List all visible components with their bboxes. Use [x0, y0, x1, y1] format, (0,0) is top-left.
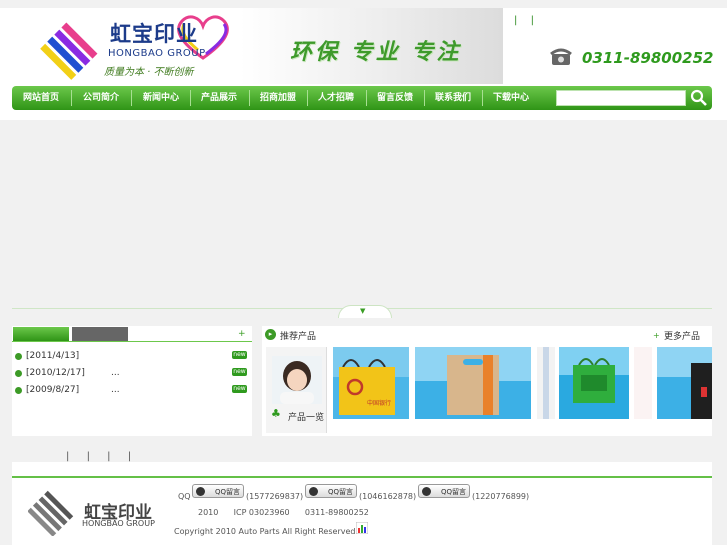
- top-links: | |: [514, 15, 544, 26]
- news-date[interactable]: [2011/4/13]: [26, 351, 79, 361]
- qq-button-label: QQ留言: [440, 488, 466, 496]
- telephone-icon: [550, 48, 572, 65]
- qq-label: QQ: [178, 492, 191, 501]
- footer-link-separator: |: [86, 451, 90, 462]
- footer-logo-mark-icon: [28, 490, 74, 536]
- nav-item-careers[interactable]: 人才招聘: [307, 86, 365, 110]
- qq-penguin-icon: [422, 487, 431, 496]
- phone-number: 0311-89800252: [582, 49, 714, 67]
- new-badge: new: [232, 368, 247, 376]
- nav-item-franchise[interactable]: 招商加盟: [249, 86, 307, 110]
- statistics-icon[interactable]: [356, 522, 368, 534]
- search-icon[interactable]: [690, 89, 708, 107]
- news-date[interactable]: [2009/8/27]: [26, 385, 79, 395]
- logo-slogan: 质量为本 · 不断创新: [104, 67, 194, 78]
- footer-icp-line: 2010 ICP 03023960 0311-89800252: [198, 508, 369, 517]
- new-badge: new: [232, 385, 247, 393]
- top-link-separator: |: [530, 15, 534, 26]
- child-photo: [272, 356, 322, 404]
- logo-mark-icon[interactable]: [40, 16, 104, 80]
- footer-copyright: Copyright 2010 Auto Parts All Right Rese…: [174, 527, 356, 536]
- footer-link-separator: |: [107, 451, 111, 462]
- news-title[interactable]: ...: [111, 385, 120, 395]
- top-link-separator: |: [514, 15, 518, 26]
- products-title: 推荐产品: [280, 332, 317, 342]
- nav-item-feedback[interactable]: 留言反馈: [366, 86, 424, 110]
- nav-item-news[interactable]: 新闻中心: [132, 86, 190, 110]
- qq-button-label: QQ留言: [214, 488, 240, 496]
- search-input[interactable]: [556, 90, 686, 106]
- footer-links: | | | |: [66, 451, 145, 462]
- nav-item-home[interactable]: 网站首页: [12, 86, 70, 110]
- nav-item-products[interactable]: 产品展示: [190, 86, 248, 110]
- new-badge: new: [232, 351, 247, 359]
- qq-message-button[interactable]: QQ留言: [418, 484, 470, 498]
- clover-icon: ♣: [271, 407, 281, 420]
- header-top-strip: [0, 0, 727, 8]
- product-image[interactable]: [634, 347, 652, 419]
- news-item[interactable]: [2010/12/17] ... new: [15, 368, 250, 380]
- logo-english-name: HONGBAO GROUP: [108, 48, 206, 59]
- nav-item-download[interactable]: 下载中心: [482, 86, 540, 110]
- arrow-circle-icon: ▸: [265, 329, 276, 340]
- nav-item-about[interactable]: 公司简介: [72, 86, 130, 110]
- news-tab-2[interactable]: [72, 327, 128, 341]
- news-item[interactable]: [2011/4/13] new: [15, 351, 250, 363]
- product-image[interactable]: [657, 347, 712, 419]
- news-more-icon[interactable]: +: [238, 329, 246, 339]
- qq-button-label: QQ留言: [327, 488, 353, 496]
- qq-number: (1046162878): [359, 492, 417, 501]
- header-slogan: 环保 专业 专注: [290, 40, 462, 65]
- footer-top-bar: [12, 462, 712, 476]
- product-image[interactable]: [415, 347, 531, 419]
- nav-item-contact[interactable]: 联系我们: [424, 86, 482, 110]
- news-date[interactable]: [2010/12/17]: [26, 368, 85, 378]
- plus-icon[interactable]: +: [653, 331, 660, 340]
- qq-number: (1577269837): [246, 492, 304, 501]
- all-products-link[interactable]: 产品一览: [288, 410, 324, 423]
- product-image[interactable]: [559, 347, 629, 419]
- bullet-icon: [15, 370, 22, 377]
- qq-message-button[interactable]: QQ留言: [305, 484, 357, 498]
- news-panel: [12, 326, 252, 436]
- news-tab-underline: [12, 341, 252, 342]
- news-title[interactable]: ...: [111, 368, 120, 378]
- footer-logo-english-name: HONGBAO GROUP: [82, 519, 155, 528]
- bullet-icon: [15, 387, 22, 394]
- chevron-down-icon[interactable]: ▼: [360, 307, 365, 315]
- qq-message-button[interactable]: QQ留言: [192, 484, 244, 498]
- bag-print-text: 中国银行: [367, 399, 391, 407]
- logo-chinese-name: 虹宝印业: [110, 21, 198, 46]
- product-image[interactable]: 中国银行: [333, 347, 409, 419]
- footer-link-separator: |: [66, 451, 70, 462]
- bullet-icon: [15, 353, 22, 360]
- qq-penguin-icon: [196, 487, 205, 496]
- news-item[interactable]: [2009/8/27] ... new: [15, 385, 250, 397]
- qq-number: (1220776899): [472, 492, 530, 501]
- footer-link-separator: |: [127, 451, 132, 462]
- qq-penguin-icon: [309, 487, 318, 496]
- more-products-link[interactable]: 更多产品: [664, 329, 700, 342]
- product-image[interactable]: [537, 347, 555, 419]
- news-tab-1[interactable]: [13, 327, 69, 341]
